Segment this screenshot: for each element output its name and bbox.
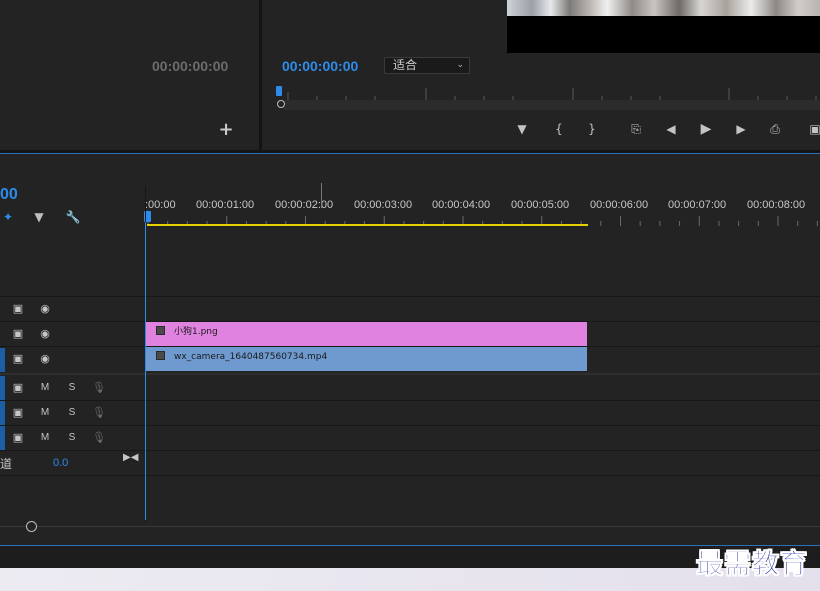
eye-icon[interactable]: ◉ [38, 302, 52, 316]
zoom-level-select[interactable]: 适合 ⌄ [384, 57, 470, 74]
ruler-label: 00:00:01:00 [196, 199, 255, 211]
ruler-label: 00:00:02:00 [275, 199, 334, 211]
video-frame-image [507, 0, 820, 16]
track-separator [0, 475, 820, 476]
track-target-a1[interactable] [0, 376, 5, 400]
ruler-label: 00:00:08:00 [747, 199, 806, 211]
work-area-bar[interactable] [147, 224, 588, 226]
video-audio-divider[interactable] [0, 373, 820, 375]
timeline-clip[interactable]: 小狗1.png [146, 322, 587, 346]
plus-icon[interactable]: + [218, 121, 234, 139]
track-separator [0, 296, 820, 297]
film-icon[interactable]: ▣ [11, 431, 25, 445]
track-target-a2[interactable] [0, 401, 5, 425]
scrub-zoom-handle[interactable] [277, 100, 285, 108]
track-separator [0, 450, 820, 451]
mute-button[interactable]: M [38, 431, 52, 445]
step-forward-icon[interactable]: ▶ [732, 121, 750, 137]
microphone-icon[interactable]: 🎙 [92, 406, 106, 420]
add-marker-icon[interactable]: ▼ [31, 210, 47, 224]
film-icon[interactable]: ▣ [11, 352, 25, 366]
solo-button[interactable]: S [65, 381, 79, 395]
eye-icon[interactable]: ◉ [38, 327, 52, 341]
track-target-a3[interactable] [0, 426, 5, 450]
fx-badge-icon [156, 326, 165, 335]
program-timecode[interactable]: 00:00:00:00 [282, 58, 358, 74]
microphone-icon[interactable]: 🎙 [92, 381, 106, 395]
go-to-out-icon[interactable]: ⎙ [766, 121, 784, 137]
snap-icon[interactable]: ✦ [0, 210, 16, 224]
sequence-timecode[interactable]: 00 [0, 186, 18, 204]
master-volume-value[interactable]: 0.0 [53, 457, 68, 469]
scrollbar-handle[interactable] [26, 521, 37, 532]
mark-out-button[interactable]: } [583, 121, 601, 137]
chevron-down-icon: ⌄ [456, 60, 464, 70]
film-icon[interactable]: ▣ [11, 327, 25, 341]
film-icon[interactable]: ▣ [11, 406, 25, 420]
ruler-hover-indicator [321, 183, 322, 208]
program-video-preview [507, 0, 820, 53]
film-icon[interactable]: ▣ [11, 302, 25, 316]
clip-name: wx_camera_1640487560734.mp4 [174, 352, 328, 362]
mark-in-button[interactable]: { [550, 121, 568, 137]
track-target-v1[interactable] [0, 348, 5, 372]
film-icon[interactable]: ▣ [11, 381, 25, 395]
track-separator [0, 400, 820, 401]
fx-badge-icon [156, 351, 165, 360]
bowtie-icon[interactable]: ▶◀ [123, 452, 138, 466]
timeline-clip[interactable]: wx_camera_1640487560734.mp4 [146, 347, 587, 371]
clip-name: 小狗1.png [174, 327, 218, 337]
ruler-label: 00:00:06:00 [590, 199, 649, 211]
solo-button[interactable]: S [65, 406, 79, 420]
eye-icon[interactable]: ◉ [38, 352, 52, 366]
mute-button[interactable]: M [38, 381, 52, 395]
timeline-playhead-line[interactable] [145, 222, 146, 520]
step-back-icon[interactable]: ◀ [662, 121, 680, 137]
ruler-label: 00:00:07:00 [668, 199, 727, 211]
master-track-label: 道 [0, 457, 13, 471]
go-to-in-icon[interactable]: ⎘ [627, 121, 645, 137]
ruler-label: :00:00 [145, 199, 176, 211]
lift-icon[interactable]: ▣ [806, 121, 820, 137]
program-playhead[interactable] [276, 86, 282, 96]
play-icon[interactable]: ▶ [697, 121, 715, 137]
watermark-text: 最需教育 [696, 549, 808, 581]
microphone-icon[interactable]: 🎙 [92, 431, 106, 445]
track-separator [0, 425, 820, 426]
source-timecode[interactable]: 00:00:00:00 [152, 58, 228, 74]
program-scrub-bar[interactable] [283, 100, 820, 110]
wrench-icon[interactable]: 🔧 [65, 210, 81, 224]
scrollbar-track-line [0, 526, 820, 527]
mute-button[interactable]: M [38, 406, 52, 420]
timeline-horizontal-scrollbar[interactable] [0, 522, 820, 532]
zoom-level-value: 适合 [393, 58, 418, 72]
ruler-label: 00:00:03:00 [354, 199, 413, 211]
solo-button[interactable]: S [65, 431, 79, 445]
ruler-label: 00:00:04:00 [432, 199, 491, 211]
ruler-label: 00:00:05:00 [511, 199, 570, 211]
program-scrub-ruler[interactable] [283, 88, 820, 100]
marker-icon[interactable]: ▼ [513, 121, 531, 137]
